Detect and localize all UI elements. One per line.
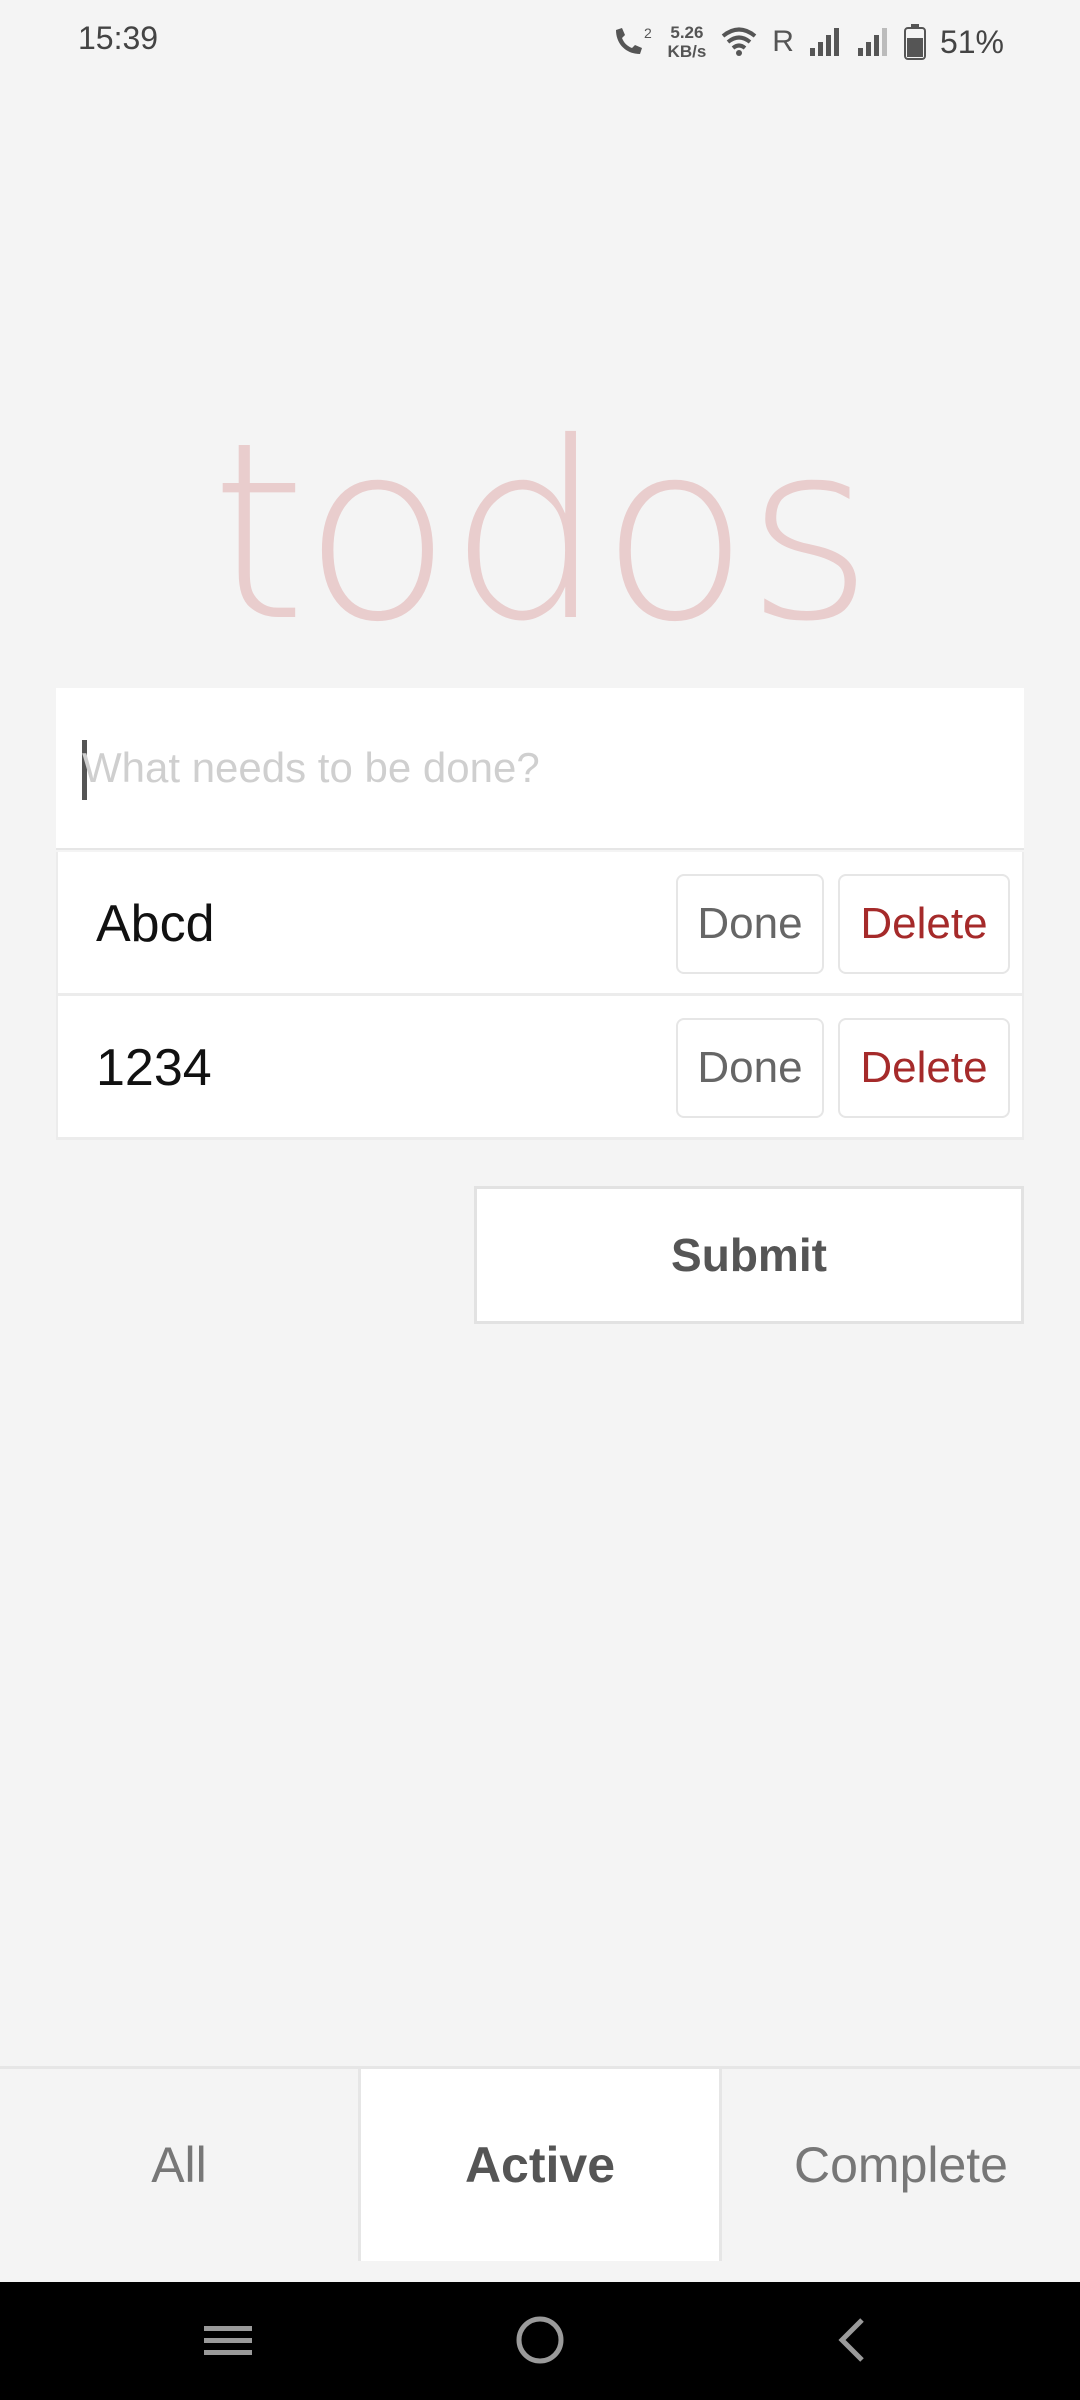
wifi-icon (720, 26, 758, 58)
roaming-indicator: R (772, 25, 794, 58)
app-title: todos (0, 410, 1080, 655)
new-todo-field[interactable] (56, 688, 1024, 850)
net-speed-value: 5.26 (670, 23, 704, 42)
submit-button[interactable]: Submit (474, 1186, 1024, 1324)
back-icon[interactable] (826, 2312, 878, 2373)
signal-icon (808, 26, 842, 58)
net-speed: 5.26 KB/s (668, 23, 707, 61)
battery-icon (903, 24, 926, 60)
call-icon: 2 (610, 24, 654, 60)
filter-all[interactable]: All (0, 2069, 358, 2261)
new-todo-input[interactable] (82, 688, 982, 848)
svg-text:2: 2 (644, 25, 652, 41)
delete-button[interactable]: Delete (838, 1018, 1010, 1118)
todo-label: Abcd (96, 895, 215, 953)
system-nav-bar (0, 2282, 1080, 2400)
todo-item: 1234 Done Delete (56, 996, 1024, 1140)
filter-bar: All Active Complete (0, 2066, 1080, 2261)
net-speed-unit: KB/s (667, 42, 707, 61)
app-title-text: todos (210, 390, 873, 675)
battery-percent: 51% (939, 23, 1004, 60)
done-button[interactable]: Done (676, 874, 824, 974)
menu-icon[interactable] (202, 2312, 254, 2373)
status-time: 15:39 (78, 20, 159, 56)
todo-item: Abcd Done Delete (56, 852, 1024, 996)
todo-list: Abcd Done Delete 1234 Done Delete (56, 852, 1024, 1140)
todo-label: 1234 (96, 1039, 212, 1097)
signal-icon (856, 26, 890, 58)
home-icon[interactable] (514, 2312, 566, 2373)
status-bar: 15:39 2 5.26 KB/s R 51% (0, 0, 1080, 84)
delete-button[interactable]: Delete (838, 874, 1010, 974)
filter-active[interactable]: Active (358, 2069, 722, 2261)
filter-complete[interactable]: Complete (722, 2069, 1080, 2261)
done-button[interactable]: Done (676, 1018, 824, 1118)
status-icons: 2 5.26 KB/s R 51% (610, 16, 1004, 68)
